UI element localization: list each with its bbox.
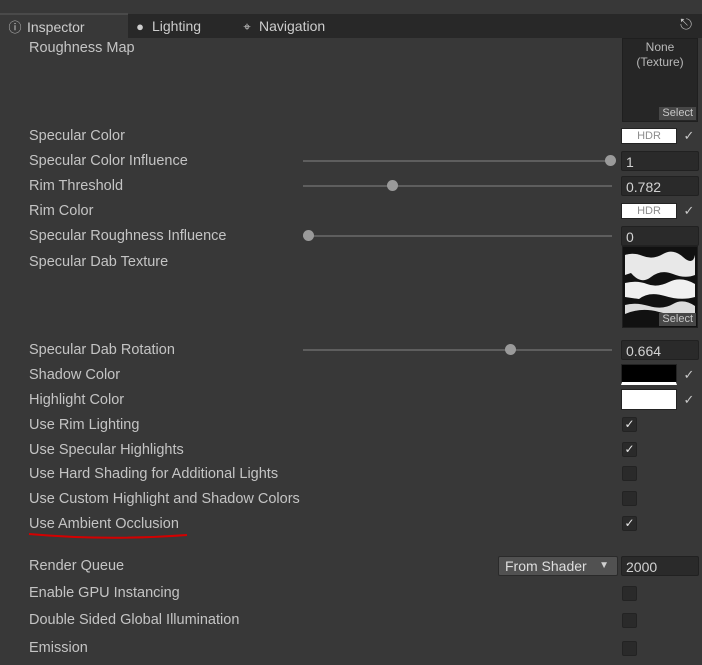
use-specular-highlights-label: Use Specular Highlights [29, 442, 184, 458]
enable-gpu-instancing-checkbox[interactable] [622, 586, 637, 601]
shadow-color-label: Shadow Color [29, 367, 121, 383]
rim-threshold-handle[interactable] [387, 180, 398, 191]
render-queue-label: Render Queue [29, 558, 125, 574]
eyedropper-icon[interactable]: ✓ [681, 203, 697, 219]
double-sided-gi-label: Double Sided Global Illumination [29, 612, 240, 628]
specular-roughness-influence-handle[interactable] [303, 230, 314, 241]
use-ambient-occlusion-label: Use Ambient Occlusion [29, 516, 179, 532]
rim-color-label: Rim Color [29, 203, 94, 219]
specular-dab-rotation-input[interactable]: 0.664 [621, 340, 699, 360]
tab-navigation-label: Navigation [259, 18, 326, 34]
tab-inspector[interactable]: ⓘ Inspector [0, 13, 128, 39]
shadow-color-swatch[interactable] [621, 364, 677, 385]
specular-color-swatch[interactable]: HDR [621, 128, 677, 144]
tab-lighting[interactable]: ● Lighting [133, 14, 201, 38]
enable-gpu-instancing-label: Enable GPU Instancing [29, 585, 180, 601]
texture-none-label: None [645, 40, 675, 54]
specular-dab-texture-label: Specular Dab Texture [29, 254, 169, 270]
specular-color-influence-input[interactable]: 1 [621, 151, 699, 171]
highlight-color-label: Highlight Color [29, 392, 125, 408]
texture-type-label: (Texture) [636, 55, 684, 69]
dab-texture-select-button[interactable]: Select [659, 313, 696, 326]
use-ambient-occlusion-checkbox[interactable]: ✓ [622, 516, 637, 531]
render-queue-option: From Shader [505, 558, 587, 574]
lock-icon[interactable]: ⎋ [680, 14, 692, 36]
use-custom-colors-checkbox[interactable] [622, 491, 637, 506]
render-queue-input[interactable]: 2000 [621, 556, 699, 576]
specular-dab-texture-slot[interactable]: Select [622, 246, 698, 328]
roughness-map-label: Roughness Map [29, 40, 135, 56]
rim-color-swatch[interactable]: HDR [621, 203, 677, 219]
use-custom-colors-label: Use Custom Highlight and Shadow Colors [29, 491, 300, 507]
rim-threshold-label: Rim Threshold [29, 178, 124, 194]
specular-color-influence-track[interactable] [303, 160, 612, 162]
specular-dab-rotation-handle[interactable] [505, 344, 516, 355]
roughness-map-slot[interactable]: None (Texture) Select [622, 38, 698, 122]
tab-navigation[interactable]: ⌖ Navigation [240, 14, 325, 38]
texture-none-text: None (Texture) [623, 40, 697, 70]
hdr-badge: HDR [637, 205, 661, 217]
tab-lighting-label: Lighting [152, 18, 202, 34]
use-rim-lighting-label: Use Rim Lighting [29, 417, 140, 433]
specular-color-influence-handle[interactable] [605, 155, 616, 166]
info-icon: ⓘ [8, 20, 22, 35]
emission-label: Emission [29, 640, 88, 656]
highlight-color-swatch[interactable] [621, 389, 677, 410]
eyedropper-icon[interactable]: ✓ [681, 367, 697, 383]
render-queue-dropdown[interactable]: From Shader ▼ [498, 556, 618, 576]
tab-bar: ⓘ Inspector ● Lighting ⌖ Navigation ⎋ [0, 13, 702, 39]
use-specular-highlights-checkbox[interactable]: ✓ [622, 442, 637, 457]
eyedropper-icon[interactable]: ✓ [681, 392, 697, 408]
specular-color-label: Specular Color [29, 128, 125, 144]
navigation-icon: ⌖ [243, 19, 251, 34]
double-sided-gi-checkbox[interactable] [622, 613, 637, 628]
chevron-down-icon: ▼ [599, 560, 609, 571]
rim-threshold-input[interactable]: 0.782 [621, 176, 699, 196]
specular-dab-rotation-track[interactable] [303, 349, 612, 351]
specular-roughness-influence-input[interactable]: 0 [621, 226, 699, 246]
use-hard-shading-label: Use Hard Shading for Additional Lights [29, 466, 279, 482]
specular-color-influence-label: Specular Color Influence [29, 153, 188, 169]
rim-threshold-track[interactable] [303, 185, 612, 187]
specular-roughness-influence-label: Specular Roughness Influence [29, 228, 227, 244]
specular-roughness-influence-track[interactable] [303, 235, 612, 237]
specular-dab-rotation-label: Specular Dab Rotation [29, 342, 175, 358]
hdr-badge: HDR [637, 130, 661, 142]
emission-checkbox[interactable] [622, 641, 637, 656]
annotation-underline [28, 533, 188, 539]
use-hard-shading-checkbox[interactable] [622, 466, 637, 481]
roughness-select-button[interactable]: Select [659, 107, 696, 120]
eyedropper-icon[interactable]: ✓ [681, 128, 697, 144]
tab-inspector-label: Inspector [27, 19, 85, 35]
bulb-icon: ● [136, 19, 144, 34]
use-rim-lighting-checkbox[interactable]: ✓ [622, 417, 637, 432]
